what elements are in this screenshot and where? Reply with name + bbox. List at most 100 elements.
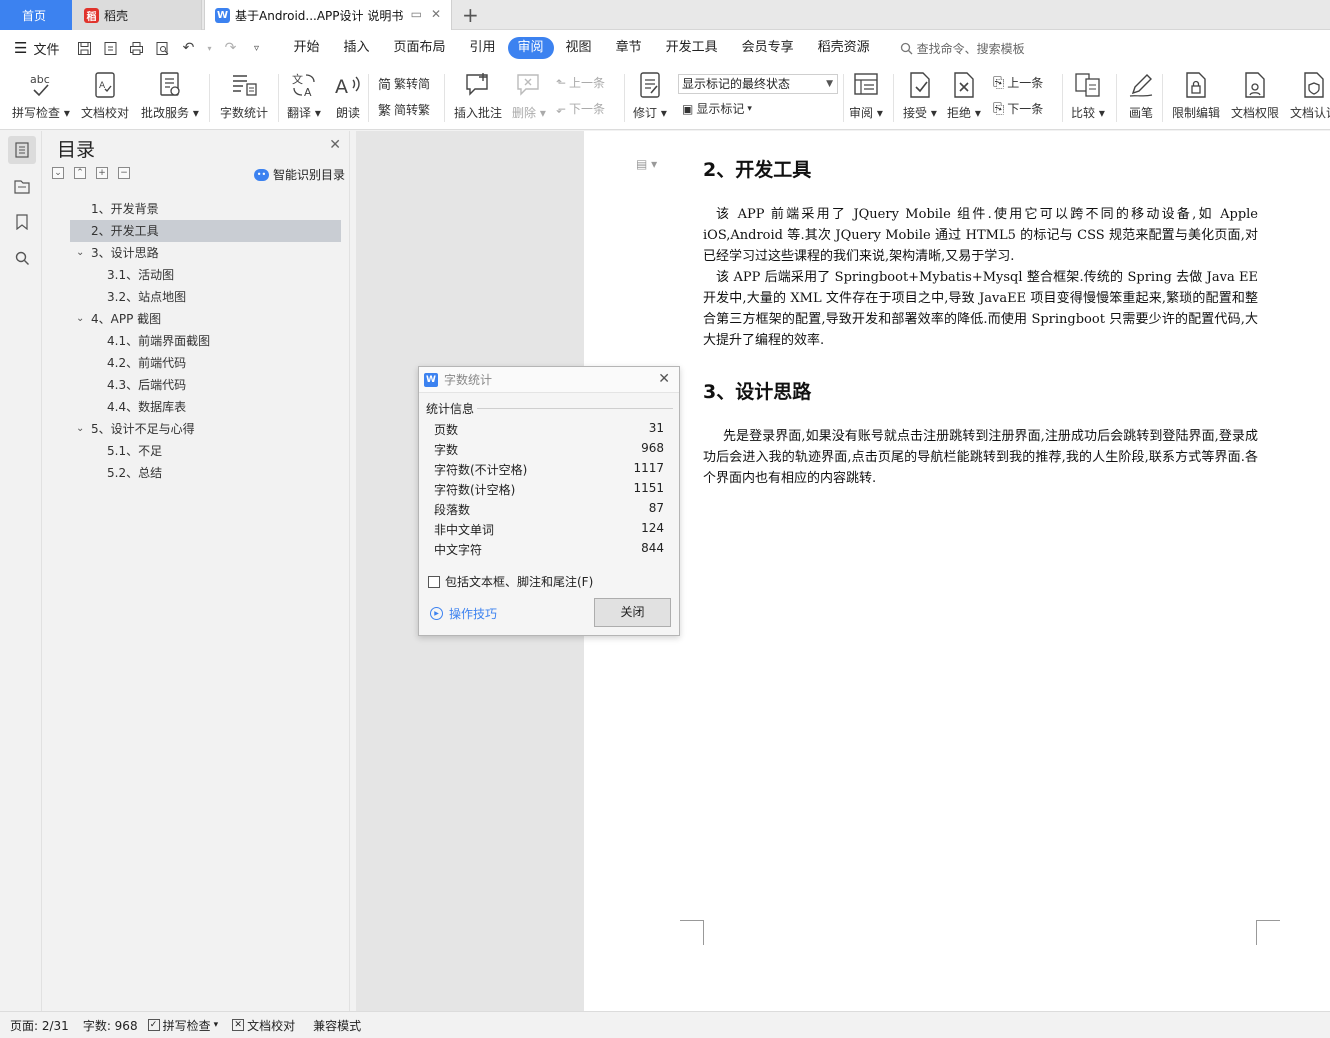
doc-proofread-icon: A bbox=[90, 70, 120, 100]
dialog-title: 字数统计 bbox=[444, 373, 493, 387]
new-tab-button[interactable]: + bbox=[462, 3, 479, 27]
toc-item[interactable]: 3.2、站点地图 bbox=[46, 286, 350, 308]
toc-item[interactable]: 1、开发背景 bbox=[46, 198, 350, 220]
tab-references[interactable]: 引用 bbox=[458, 37, 508, 59]
trad-to-simp-button[interactable]: 简繁转简 bbox=[378, 74, 430, 93]
toc-item[interactable]: ⌄ 4、APP 截图 bbox=[46, 308, 350, 330]
page-menu-icon[interactable]: ▤ ▾ bbox=[636, 157, 657, 171]
toc-item[interactable]: ⌄ 3、设计思路 bbox=[46, 242, 350, 264]
compare-icon bbox=[1073, 70, 1103, 100]
restrict-editing-button[interactable]: 限制编辑 bbox=[1172, 70, 1220, 121]
track-changes-button[interactable]: 修订 ▾ bbox=[633, 70, 667, 121]
tab-view[interactable]: 视图 bbox=[554, 37, 604, 59]
review-pane-button[interactable]: 审阅 ▾ bbox=[849, 70, 883, 121]
tab-review[interactable]: 审阅 bbox=[507, 37, 554, 59]
expand-all-icon[interactable]: ⌄ bbox=[52, 167, 64, 179]
toc-panel: 目录 ✕ ⌄ ⌃ + − •• 智能识别目录 1、开发背景 2、开发工具 ⌄ 3、设计… bbox=[46, 131, 350, 1011]
redo-icon[interactable]: ↷ bbox=[221, 39, 239, 57]
smart-toc-button[interactable]: •• 智能识别目录 bbox=[253, 166, 345, 183]
dialog-title-bar: W 字数统计 bbox=[419, 367, 679, 393]
doc-proofread-button[interactable]: A 文档校对 bbox=[81, 70, 129, 121]
print-icon[interactable] bbox=[127, 39, 145, 57]
toc-item[interactable]: 3.1、活动图 bbox=[46, 264, 350, 286]
toc-item[interactable]: 4.4、数据库表 bbox=[46, 396, 350, 418]
chevron-down-icon[interactable]: ⌄ bbox=[76, 242, 84, 264]
file-menu[interactable]: ☰ 文件 bbox=[14, 39, 59, 58]
add-heading-icon[interactable]: + bbox=[96, 167, 108, 179]
toc-tools: ⌄ ⌃ + − bbox=[52, 167, 130, 179]
doc-permission-button[interactable]: 文档权限 bbox=[1231, 70, 1279, 121]
toc-item[interactable]: 4.1、前端界面截图 bbox=[46, 330, 350, 352]
toc-item[interactable]: 2、开发工具 bbox=[70, 220, 341, 242]
chevron-down-icon[interactable]: ⌄ bbox=[76, 418, 84, 440]
word-count-indicator[interactable]: 字数: 968 bbox=[83, 1017, 138, 1034]
save-icon[interactable] bbox=[75, 39, 93, 57]
find-icon[interactable] bbox=[8, 244, 36, 272]
remove-heading-icon[interactable]: − bbox=[118, 167, 130, 179]
translate-button[interactable]: 文A 翻译 ▾ bbox=[287, 70, 321, 121]
next-change-button[interactable]: ⎘ 下一条 bbox=[993, 100, 1043, 117]
spell-check-button[interactable]: abc 拼写检查 ▾ bbox=[12, 70, 70, 121]
markup-state-select[interactable]: 显示标记的最终状态 ▼ bbox=[678, 74, 838, 94]
toc-item[interactable]: 5.1、不足 bbox=[46, 440, 350, 462]
prev-comment-button[interactable]: ⬑ 上一条 bbox=[556, 74, 605, 91]
dialog-close-icon[interactable]: ✕ bbox=[658, 371, 670, 387]
toc-item[interactable]: ⌄ 5、设计不足与心得 bbox=[46, 418, 350, 440]
insert-comment-button[interactable]: 插入批注 bbox=[454, 70, 502, 121]
tab-developer[interactable]: 开发工具 bbox=[654, 37, 730, 59]
proof-icon: ✕ bbox=[232, 1019, 245, 1031]
tab-page-layout[interactable]: 页面布局 bbox=[382, 37, 458, 59]
page-indicator[interactable]: 页面: 2/31 bbox=[10, 1017, 69, 1034]
include-footnotes-checkbox[interactable]: 包括文本框、脚注和尾注(F) bbox=[428, 573, 593, 590]
ribbon-separator bbox=[209, 74, 210, 122]
status-spell-check[interactable]: ✓ 拼写检查 ▾ bbox=[147, 1017, 218, 1034]
tab-insert[interactable]: 插入 bbox=[331, 37, 381, 59]
heading-dev-tools: 2、开发工具 bbox=[703, 159, 812, 181]
document-page[interactable]: ▤ ▾ 2、开发工具 该 APP 前端采用了 JQuery Mobile 组件.… bbox=[584, 131, 1330, 1011]
status-doc-proof[interactable]: ✕ 文档校对 bbox=[232, 1017, 295, 1034]
doc-certification-button[interactable]: 文档认证 bbox=[1290, 70, 1330, 121]
toc-close-icon[interactable]: ✕ bbox=[329, 137, 341, 153]
customize-toolbar-icon[interactable]: ▿ bbox=[247, 39, 265, 57]
bookmark-icon[interactable] bbox=[8, 208, 36, 236]
compare-button[interactable]: 比较 ▾ bbox=[1071, 70, 1105, 121]
delete-comment-button[interactable]: 删除 ▾ bbox=[512, 70, 546, 121]
read-aloud-button[interactable]: A 朗读 bbox=[333, 70, 363, 121]
tips-link[interactable]: ▶ 操作技巧 bbox=[430, 605, 497, 622]
next-comment-button[interactable]: ⬐ 下一条 bbox=[556, 100, 605, 117]
undo-dropdown-icon[interactable]: ▾ bbox=[205, 39, 213, 57]
stat-label: 非中文单词 bbox=[434, 523, 495, 537]
tab-start[interactable]: 开始 bbox=[281, 37, 331, 59]
prev-change-button[interactable]: ⎘ 上一条 bbox=[993, 74, 1043, 91]
tab-screen-icon[interactable]: ▭ bbox=[411, 7, 422, 21]
tab-daoke-resources[interactable]: 稻壳资源 bbox=[806, 37, 882, 59]
toc-panel-icon[interactable] bbox=[8, 136, 36, 164]
chevron-down-icon[interactable]: ⌄ bbox=[76, 308, 84, 330]
tab-chapter[interactable]: 章节 bbox=[604, 37, 654, 59]
collapse-all-icon[interactable]: ⌃ bbox=[74, 167, 86, 179]
word-count-button[interactable]: 字数统计 bbox=[220, 70, 268, 121]
close-button[interactable]: 关闭 bbox=[594, 598, 671, 627]
reject-icon bbox=[949, 70, 979, 100]
accept-icon bbox=[905, 70, 935, 100]
print-preview-icon[interactable] bbox=[153, 39, 171, 57]
simp-to-trad-button[interactable]: 繁简转繁 bbox=[378, 100, 430, 119]
toc-item[interactable]: 4.3、后端代码 bbox=[46, 374, 350, 396]
undo-icon[interactable]: ↶ bbox=[179, 39, 197, 57]
tab-daoke[interactable]: 稻 稻壳 bbox=[72, 0, 202, 30]
accept-button[interactable]: 接受 ▾ bbox=[903, 70, 937, 121]
toc-item[interactable]: 5.2、总结 bbox=[46, 462, 350, 484]
command-search[interactable]: 查找命令、搜索模板 bbox=[900, 40, 1025, 57]
export-pdf-icon[interactable] bbox=[101, 39, 119, 57]
show-markup-button[interactable]: ▣ 显示标记 ▾ bbox=[682, 100, 752, 117]
tab-document[interactable]: W 基于Android...APP设计 说明书 ▭ ✕ bbox=[204, 0, 452, 30]
tab-close-icon[interactable]: ✕ bbox=[431, 7, 441, 21]
ink-pen-button[interactable]: 画笔 bbox=[1126, 70, 1156, 121]
reject-button[interactable]: 拒绝 ▾ bbox=[947, 70, 981, 121]
tab-member[interactable]: 会员专享 bbox=[730, 37, 806, 59]
tab-home[interactable]: 首页 bbox=[0, 0, 72, 30]
ribbon-separator bbox=[1116, 74, 1117, 122]
correction-service-button[interactable]: 批改服务 ▾ bbox=[141, 70, 199, 121]
chapter-nav-icon[interactable] bbox=[8, 172, 36, 200]
toc-item[interactable]: 4.2、前端代码 bbox=[46, 352, 350, 374]
